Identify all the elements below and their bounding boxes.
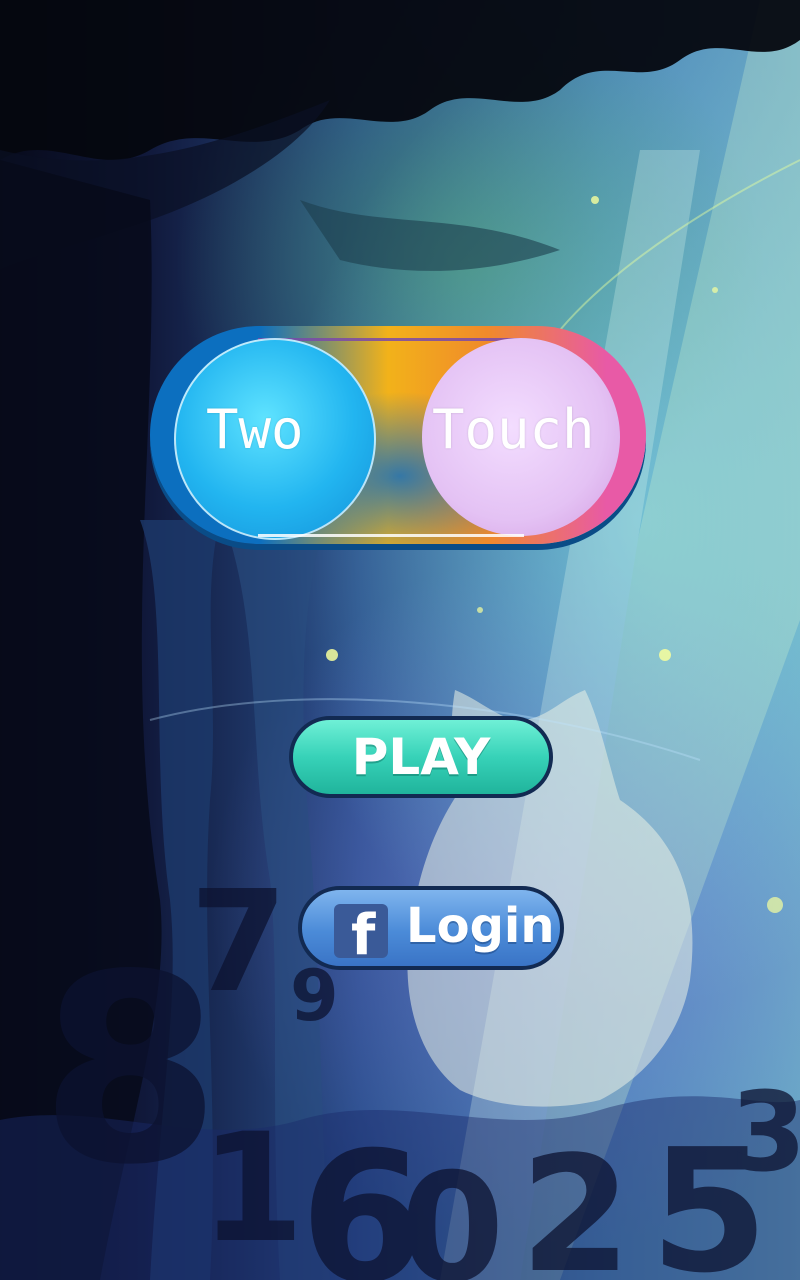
forest-background: 7 9 8 1 6 0 2 5 3 [0, 0, 800, 1280]
bg-number-2: 2 [520, 1121, 631, 1280]
logo-word-touch: Touch [432, 398, 595, 461]
logo-word-two: Two [206, 398, 304, 461]
facebook-login-button[interactable]: f Login [298, 886, 564, 970]
bg-number-8: 8 [40, 920, 221, 1222]
logo-line-bottom [258, 534, 524, 537]
forest-illustration: 7 9 8 1 6 0 2 5 3 [0, 0, 800, 1280]
facebook-icon: f [334, 904, 388, 958]
bg-number-1: 1 [200, 1102, 304, 1276]
bg-number-3: 3 [730, 1068, 800, 1196]
facebook-glyph: f [351, 904, 376, 959]
play-button[interactable]: PLAY [289, 716, 553, 798]
login-button-label: Login [406, 898, 555, 954]
bg-number-0: 0 [400, 1142, 504, 1280]
game-logo: Two Touch [150, 326, 650, 548]
play-button-label: PLAY [351, 728, 491, 786]
